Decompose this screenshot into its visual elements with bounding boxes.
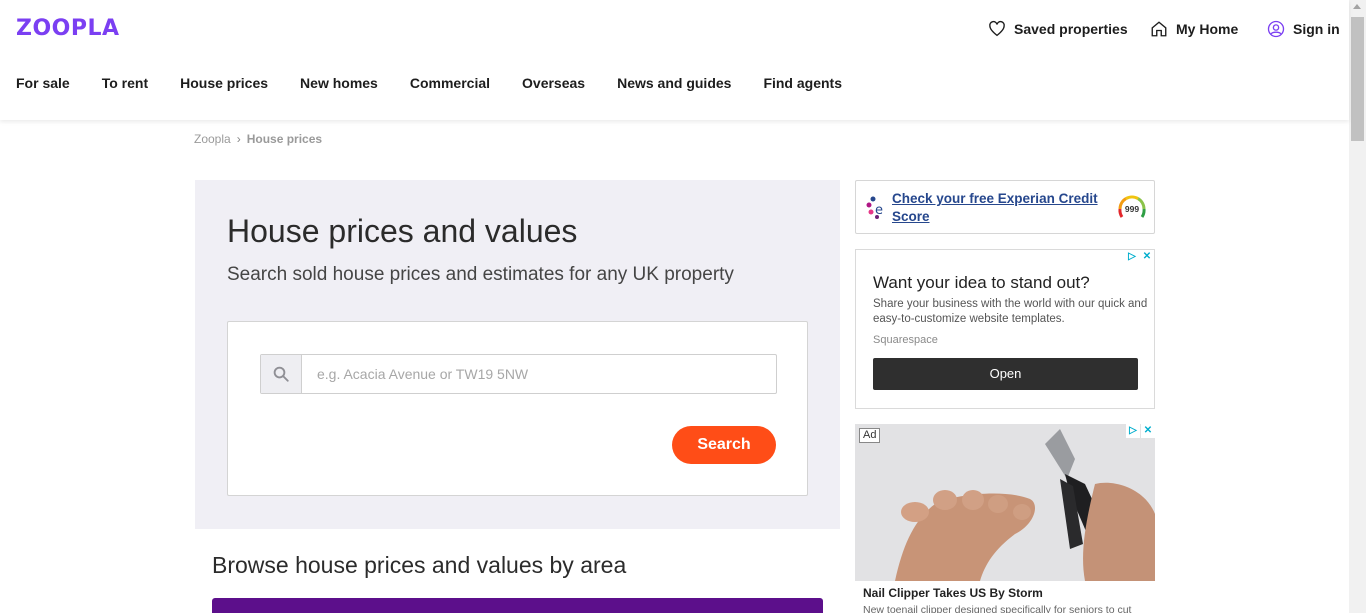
heart-icon <box>989 20 1005 37</box>
chevron-right-icon: › <box>236 132 241 146</box>
nail-clipper-ad[interactable]: Ad ▷ ✕ Nail Clipper Takes US By Storm Ne… <box>855 424 1155 613</box>
ad-description: New toenail clipper designed specificall… <box>863 604 1132 613</box>
adchoices-icon[interactable]: ▷ <box>1125 250 1139 264</box>
breadcrumb-current: House prices <box>246 132 323 146</box>
svg-text:e: e <box>875 203 883 218</box>
page-scrollbar[interactable] <box>1349 0 1366 613</box>
credit-score-gauge-icon: 999 <box>1118 195 1146 218</box>
nav-for-sale[interactable]: For sale <box>16 75 70 91</box>
scroll-up-arrow-icon[interactable] <box>1353 4 1361 9</box>
ad-headline: Want your idea to stand out? <box>873 273 1090 292</box>
experian-logo-icon: e <box>866 196 883 219</box>
ad-open-button[interactable]: Open <box>873 358 1138 390</box>
ad-photo-illustration <box>855 424 1155 581</box>
ad-body: Share your business with the world with … <box>873 298 1148 325</box>
ad-choices[interactable]: ▷ ✕ <box>1125 250 1154 264</box>
site-header: ZOOPLA Saved properties My Home Sign in … <box>0 0 1349 120</box>
nav-overseas[interactable]: Overseas <box>522 75 585 91</box>
gauge-value: 999 <box>1125 204 1139 214</box>
page-title: House prices and values <box>227 213 578 249</box>
my-home-label: My Home <box>1176 21 1239 37</box>
experian-link[interactable]: Check your free Experian Credit Score <box>892 190 1112 226</box>
sign-in-label: Sign in <box>1293 21 1340 37</box>
ad-choices-2[interactable]: ▷ ✕ <box>1126 424 1155 438</box>
ad-badge: Ad <box>859 428 881 443</box>
search-icon <box>261 355 302 393</box>
ad-advertiser: Squarespace <box>873 334 938 346</box>
nav-news-and-guides[interactable]: News and guides <box>617 75 731 91</box>
page-subtitle: Search sold house prices and estimates f… <box>227 264 734 285</box>
squarespace-ad[interactable]: ▷ ✕ Want your idea to stand out? Share y… <box>855 249 1155 409</box>
search-input[interactable] <box>302 355 776 393</box>
ad-photo[interactable]: Ad ▷ ✕ <box>855 424 1155 581</box>
zoopla-logo[interactable]: ZOOPLA <box>16 16 120 41</box>
nav-to-rent[interactable]: To rent <box>102 75 148 91</box>
nav-commercial[interactable]: Commercial <box>410 75 490 91</box>
hero-panel: House prices and values Search sold hous… <box>195 180 840 529</box>
experian-banner[interactable]: e Check your free Experian Credit Score … <box>855 180 1155 234</box>
my-home-link[interactable]: My Home <box>1150 20 1238 38</box>
breadcrumb-root[interactable]: Zoopla <box>194 132 231 146</box>
area-browse-bar[interactable] <box>212 598 823 613</box>
breadcrumb: Zoopla › House prices <box>194 132 322 146</box>
sign-in-link[interactable]: Sign in <box>1267 20 1340 38</box>
search-card: Search <box>227 321 808 496</box>
browse-heading: Browse house prices and values by area <box>212 552 627 578</box>
page: ZOOPLA Saved properties My Home Sign in … <box>0 0 1366 613</box>
search-button[interactable]: Search <box>672 426 776 464</box>
ad-caption[interactable]: Nail Clipper Takes US By Storm <box>863 586 1043 600</box>
saved-properties-link[interactable]: Saved properties <box>988 20 1128 38</box>
close-ad-icon-2[interactable]: ✕ <box>1141 424 1155 438</box>
nav-find-agents[interactable]: Find agents <box>763 75 842 91</box>
nav-new-homes[interactable]: New homes <box>300 75 378 91</box>
scrollbar-thumb[interactable] <box>1351 17 1364 141</box>
nav-house-prices[interactable]: House prices <box>180 75 268 91</box>
main-nav: For sale To rent House prices New homes … <box>16 75 842 91</box>
adchoices-icon-2[interactable]: ▷ <box>1126 424 1140 438</box>
user-icon <box>1267 20 1285 38</box>
house-icon <box>1151 21 1167 37</box>
close-ad-icon[interactable]: ✕ <box>1140 250 1154 264</box>
saved-properties-label: Saved properties <box>1014 21 1128 37</box>
search-field <box>260 354 777 394</box>
